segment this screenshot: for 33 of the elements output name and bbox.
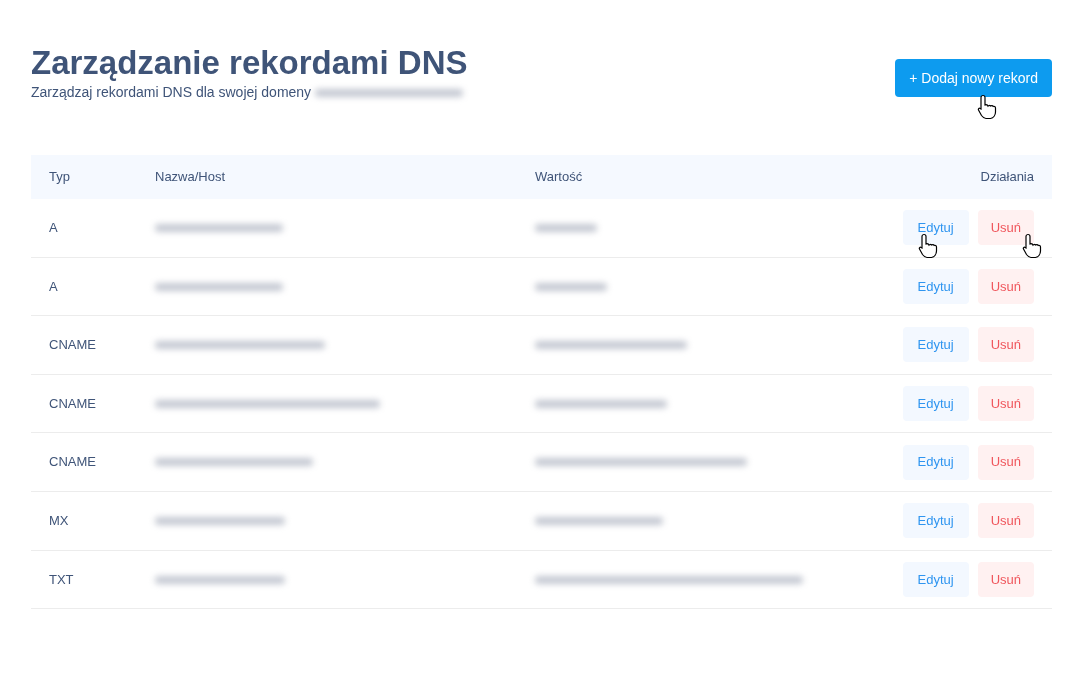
- delete-button[interactable]: Usuń: [977, 268, 1034, 304]
- delete-button[interactable]: Usuń: [977, 503, 1034, 539]
- page-title: Zarządzanie rekordami DNS: [31, 44, 468, 82]
- redacted-text: [535, 224, 597, 233]
- delete-button[interactable]: Usuń: [977, 444, 1034, 480]
- delete-button[interactable]: Usuń: [977, 210, 1034, 246]
- edit-button[interactable]: Edytuj: [902, 503, 969, 539]
- column-header: Nazwa/Host: [155, 168, 227, 187]
- column-header: Wartość: [535, 168, 584, 187]
- edit-button[interactable]: Edytuj: [902, 386, 969, 422]
- record-type: A: [48, 277, 59, 296]
- column-header: Typ: [48, 168, 71, 187]
- edit-button[interactable]: Edytuj: [902, 327, 969, 363]
- add-record-button[interactable]: + Dodaj nowy rekord: [895, 59, 1052, 97]
- record-type: CNAME: [48, 336, 97, 355]
- delete-button[interactable]: Usuń: [977, 561, 1034, 597]
- record-type: TXT: [48, 570, 75, 589]
- pointer-cursor-icon: [918, 233, 940, 259]
- edit-button[interactable]: Edytuj: [902, 444, 969, 480]
- edit-button[interactable]: Edytuj: [902, 561, 969, 597]
- delete-button[interactable]: Usuń: [977, 327, 1034, 363]
- column-header: Działania: [979, 168, 1035, 187]
- pointer-cursor-icon: [1022, 233, 1044, 259]
- record-type: MX: [48, 512, 70, 530]
- delete-button[interactable]: Usuń: [977, 386, 1034, 422]
- record-type: A: [48, 219, 59, 238]
- pointer-cursor-icon: [977, 94, 999, 120]
- record-type: CNAME: [48, 453, 97, 472]
- page-subtitle: Zarządzaj rekordami DNS dla swojej domeny: [31, 83, 312, 102]
- edit-button[interactable]: Edytuj: [902, 268, 969, 304]
- redacted-text: [535, 282, 607, 291]
- edit-button[interactable]: Edytuj: [902, 210, 969, 246]
- record-type: CNAME: [48, 394, 97, 413]
